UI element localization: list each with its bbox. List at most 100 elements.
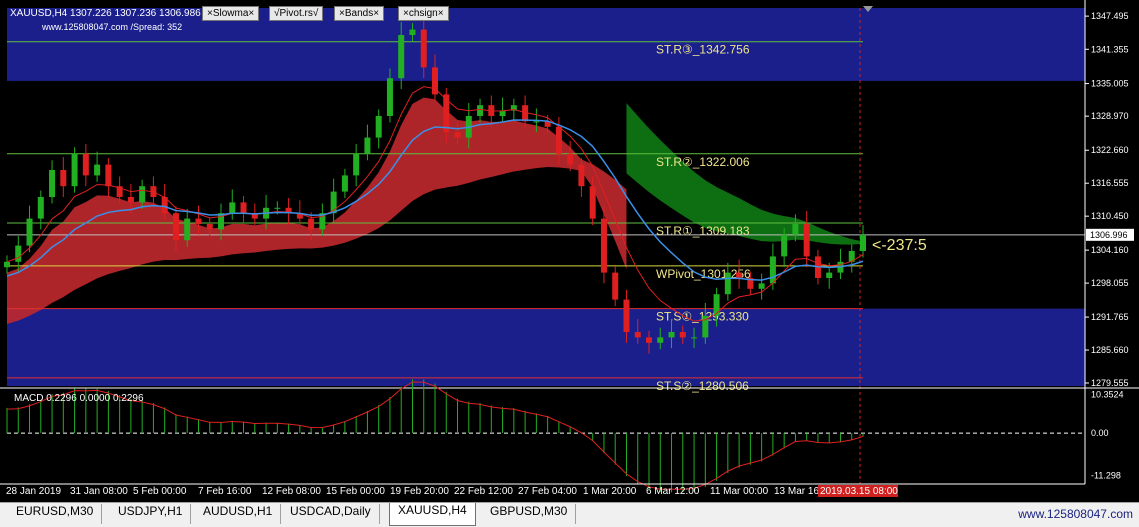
indicator-button-pivot[interactable]: √Pivot.rs√ [269, 6, 324, 21]
price-tick-label: 1322.660 [1091, 145, 1129, 155]
macd-tick-label: -11.298 [1091, 470, 1121, 480]
time-tick-label: 22 Feb 12:00 [454, 486, 513, 497]
candle-body [860, 234, 866, 251]
price-tick-label: 1291.765 [1091, 312, 1129, 322]
candle-body [826, 272, 833, 278]
pivot-label: ST.R①_1309.183 [656, 224, 750, 238]
candle-body [724, 272, 731, 295]
candle-body [634, 332, 641, 338]
candle-body [274, 207, 281, 209]
candle-body [533, 121, 540, 123]
indicator-button-chsign[interactable]: ×chsign× [398, 6, 449, 21]
candle-body [769, 256, 776, 284]
tab-audusd-h1[interactable]: AUDUSD,H1 [195, 504, 282, 524]
candle-body [668, 332, 675, 338]
price-tick-label: 1298.055 [1091, 278, 1129, 288]
time-tick-label: 11 Mar 00:00 [710, 486, 769, 497]
macd-label: MACD 0.2296 0.0000 0.2296 [14, 393, 144, 404]
candle-body [375, 116, 382, 138]
candle-body [736, 272, 743, 278]
time-tick-label: 1 Mar 20:00 [583, 486, 637, 497]
candle-body [172, 213, 179, 241]
price-tag: <-237:5 [872, 237, 927, 254]
tab-usdcad-daily[interactable]: USDCAD,Daily [282, 504, 380, 524]
price-tick-label: 1285.660 [1091, 345, 1129, 355]
candle-body [386, 78, 393, 116]
candle-body [229, 202, 236, 214]
current-price-label: 1306.996 [1090, 230, 1128, 240]
price-chart[interactable]: ST.R③_1342.756 ST.R②_1322.006 ST.R①_1309.1… [0, 0, 1139, 502]
price-tick-label: 1316.555 [1091, 178, 1129, 188]
candle-body [623, 299, 630, 332]
time-tick-label: 31 Jan 08:00 [70, 486, 128, 497]
candle-body [612, 272, 619, 300]
candle-body [4, 261, 10, 268]
candle-body [206, 224, 213, 230]
candle-body [308, 218, 315, 230]
pivot-label: ST.S②_1280.506 [656, 379, 749, 393]
candle-body [105, 164, 112, 187]
candle-body [679, 332, 686, 338]
price-tick-label: 1347.495 [1091, 11, 1129, 21]
tab-eurusd-m30[interactable]: EURUSD,M30 [8, 504, 103, 524]
candle-body [341, 175, 348, 192]
candle-body [567, 153, 574, 165]
candle-body [454, 132, 461, 138]
chart-tab-bar: EURUSD,M30 USDJPY,H1 AUDUSD,H1 USDCAD,Da… [0, 502, 1139, 527]
price-tick-label: 1341.355 [1091, 44, 1129, 54]
candle-body [792, 224, 799, 235]
candle-body [184, 218, 191, 241]
candle-body [364, 137, 371, 154]
candle-body [139, 186, 146, 203]
price-tick-label: 1279.555 [1091, 378, 1129, 388]
candle-body [94, 164, 101, 176]
candle-body [26, 218, 33, 246]
pivot-label: ST.R②_1322.006 [656, 155, 750, 169]
support-zone [7, 308, 1085, 386]
candle-body [49, 170, 56, 197]
tab-xauusd-h4[interactable]: XAUUSD,H4 [389, 503, 476, 526]
macd-tick-label: 0.00 [1091, 428, 1109, 438]
time-tick-label: 27 Feb 04:00 [518, 486, 577, 497]
price-tick-label: 1310.450 [1091, 211, 1129, 221]
indicator-button-bands[interactable]: ×Bands× [334, 6, 385, 21]
candle-body [37, 197, 44, 219]
time-tick-label: 19 Feb 20:00 [390, 486, 449, 497]
time-tick-label: 28 Jan 2019 [6, 486, 61, 497]
candle-body [353, 153, 360, 176]
candle-body [589, 186, 596, 219]
candle-body [781, 234, 788, 257]
cursor-time-label: 2019.03.15 08:00 [820, 486, 898, 497]
candle-body [691, 337, 698, 339]
candle-body [127, 197, 134, 203]
symbol-info: XAUUSD,H4 1307.226 1307.236 1306.986 13 [10, 8, 215, 19]
spread-info: www.125808047.com /Spread: 352 [41, 22, 182, 32]
candle-body [195, 218, 202, 224]
indicator-button-slowma[interactable]: ×Slowma× [202, 6, 260, 21]
candle-body [758, 283, 765, 289]
candle-body [420, 29, 427, 68]
candle-body [15, 245, 22, 262]
time-tick-label: 5 Feb 00:00 [133, 486, 187, 497]
candle-body [477, 105, 484, 116]
candle-body [60, 170, 67, 187]
time-tick-label: 15 Feb 00:00 [326, 486, 385, 497]
tab-usdjpy-h1[interactable]: USDJPY,H1 [110, 504, 192, 524]
candle-body [578, 164, 585, 187]
candle-body [713, 294, 720, 316]
time-tick-label: 12 Feb 08:00 [262, 486, 321, 497]
price-tick-label: 1304.160 [1091, 245, 1129, 255]
candle-body [555, 126, 562, 154]
candle-body [240, 202, 247, 214]
time-tick-label: 13 Mar 16: [774, 486, 822, 497]
candle-body [398, 35, 405, 79]
candle-body [82, 153, 89, 176]
candle-body [600, 218, 607, 273]
candle-body [71, 153, 78, 187]
candle-body [646, 337, 652, 343]
time-tick-label: 6 Mar 12:00 [646, 486, 700, 497]
tab-gbpusd-m30[interactable]: GBPUSD,M30 [482, 504, 577, 524]
pivot-label: ST.R③_1342.756 [656, 43, 750, 57]
price-tick-label: 1335.005 [1091, 79, 1129, 89]
price-tick-label: 1328.970 [1091, 111, 1129, 121]
